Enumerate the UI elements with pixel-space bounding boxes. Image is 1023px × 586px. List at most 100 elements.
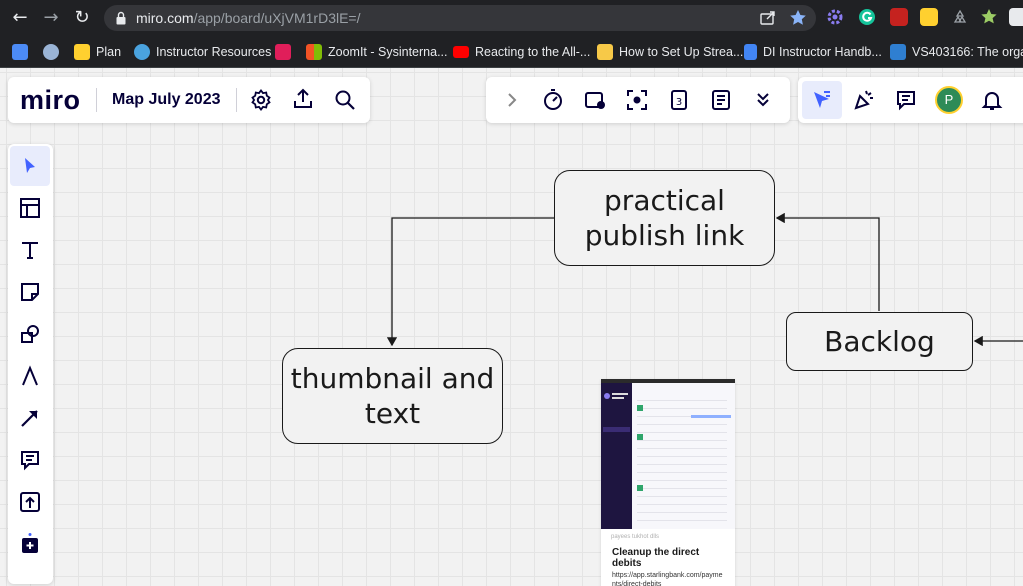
- bookmark-label: Instructor Resources: [156, 45, 272, 59]
- bookmarks-bar: Plan Instructor Resources ZoomIt - Sysin…: [0, 36, 1023, 68]
- calendar-3-icon[interactable]: 3: [667, 88, 691, 112]
- bookmark-item-7[interactable]: How to Set Up Strea...: [597, 43, 743, 61]
- browser-toolbar: ← → ↻ miro.com/app/board/uXjVM1rD3lE=/: [0, 0, 1023, 36]
- url-host: miro.com: [136, 10, 194, 26]
- share-page-icon[interactable]: [758, 8, 778, 28]
- node-text: Backlog: [824, 325, 935, 358]
- board-title[interactable]: Map July 2023: [112, 91, 221, 109]
- bookmark-label: ZoomIt - Sysinterna...: [328, 45, 448, 59]
- back-icon[interactable]: ←: [9, 7, 31, 29]
- bookmark-item-1[interactable]: [43, 43, 65, 61]
- youtube-icon: [453, 46, 469, 58]
- sticky-note-tool[interactable]: [10, 272, 50, 312]
- bookmark-item-5[interactable]: ZoomIt - Sysinterna...: [306, 43, 447, 61]
- office-extension-icon[interactable]: [890, 8, 908, 26]
- timer-icon[interactable]: [541, 88, 565, 112]
- bookmark-label: How to Set Up Strea...: [619, 45, 744, 59]
- arrow-tool[interactable]: [10, 398, 50, 438]
- screen-share-icon[interactable]: [583, 88, 607, 112]
- docs-icon: [744, 44, 757, 60]
- celebrate-icon[interactable]: [852, 88, 876, 112]
- chevron-right-icon[interactable]: [500, 88, 524, 112]
- more-apps-tool[interactable]: [10, 524, 50, 564]
- divider: [96, 88, 97, 112]
- divider: [236, 88, 237, 112]
- wordpress-icon: [43, 44, 59, 60]
- bookmark-star-icon[interactable]: [788, 8, 808, 28]
- node-backlog[interactable]: Backlog: [786, 312, 973, 371]
- recycle-icon[interactable]: [951, 8, 969, 26]
- bell-icon[interactable]: [980, 88, 1004, 112]
- miro-extension-icon[interactable]: [920, 8, 938, 26]
- miro-icon: [74, 44, 90, 60]
- text-icon: [22, 242, 38, 259]
- upload-share-icon[interactable]: [291, 87, 315, 111]
- forward-icon[interactable]: →: [40, 7, 62, 29]
- thumbnail-sidebar: [601, 383, 632, 529]
- star-extension-icon[interactable]: [980, 8, 998, 26]
- slack-icon: [275, 44, 291, 60]
- notes-icon[interactable]: [709, 88, 733, 112]
- lock-icon: [116, 11, 126, 25]
- bookmark-label: Plan: [96, 45, 122, 59]
- grammarly-icon[interactable]: [858, 8, 876, 26]
- card-thumbnail: [601, 379, 735, 529]
- bookmark-item-6[interactable]: Reacting to the All-...: [453, 43, 590, 61]
- profile-extension-icon[interactable]: [1009, 8, 1023, 26]
- address-bar[interactable]: miro.com/app/board/uXjVM1rD3lE=/: [104, 5, 816, 31]
- url-text: miro.com/app/board/uXjVM1rD3lE=/: [136, 10, 361, 26]
- bookmark-item-4[interactable]: [275, 43, 297, 61]
- bookmark-label: Reacting to the All-...: [475, 45, 591, 59]
- search-icon[interactable]: [333, 88, 357, 112]
- comment-tool[interactable]: [10, 440, 50, 480]
- sticky-note-icon: [21, 283, 39, 301]
- connector-practical-to-thumbnail[interactable]: [386, 217, 554, 347]
- card-url[interactable]: https://app.starlingbank.com/payments/di…: [612, 572, 726, 586]
- link-preview-card[interactable]: payees tukhot dlls Cleanup the direct de…: [601, 379, 735, 586]
- arrow-icon: [21, 410, 38, 427]
- microsoft-icon: [306, 44, 322, 60]
- double-chevron-down-icon[interactable]: [751, 88, 775, 112]
- bookmark-item-0[interactable]: [12, 43, 34, 61]
- text-tool[interactable]: [10, 230, 50, 270]
- shapes-tool[interactable]: [10, 314, 50, 354]
- pen-tool[interactable]: [10, 356, 50, 396]
- connector-backlog-to-practical[interactable]: [775, 212, 880, 311]
- select-tool[interactable]: [10, 146, 50, 186]
- card-meta: payees tukhot dlls: [611, 534, 660, 540]
- comment-icon[interactable]: [894, 88, 918, 112]
- upload-tool[interactable]: [10, 482, 50, 522]
- node-practical-publish-link[interactable]: practical publish link: [554, 170, 775, 266]
- cursor-follow-button[interactable]: [802, 81, 842, 119]
- stream-icon: [597, 44, 613, 60]
- bookmark-item-3[interactable]: Instructor Resources: [134, 43, 271, 61]
- collaboration-panel: P: [798, 77, 1023, 123]
- node-thumbnail-and-text[interactable]: thumbnail and text: [282, 348, 503, 444]
- shapes-icon: [21, 325, 39, 343]
- extension-gear-icon[interactable]: [826, 8, 844, 26]
- miro-logo[interactable]: miro: [20, 85, 81, 116]
- bookmark-label: VS403166: The orga...: [912, 45, 1023, 59]
- svg-text:3: 3: [676, 97, 682, 108]
- node-text: practical publish link: [584, 184, 745, 252]
- bookmark-item-9[interactable]: VS403166: The orga...: [890, 43, 1023, 61]
- upload-icon: [20, 492, 40, 512]
- board-tools-panel: 3: [486, 77, 790, 123]
- bookmark-item-2[interactable]: Plan: [74, 43, 121, 61]
- node-text: thumbnail and text: [290, 362, 495, 430]
- avatar[interactable]: P: [935, 86, 963, 114]
- board-canvas[interactable]: practical publish link thumbnail and tex…: [0, 68, 1023, 586]
- url-path: /app/board/uXjVM1rD3lE=/: [193, 10, 361, 26]
- settings-icon[interactable]: [249, 88, 273, 112]
- template-tool[interactable]: [10, 188, 50, 228]
- cursor-follow-icon: [814, 91, 830, 108]
- reload-icon[interactable]: ↻: [71, 7, 93, 29]
- azure-icon: [890, 44, 906, 60]
- comment-icon: [21, 451, 39, 471]
- select-icon: [25, 158, 35, 173]
- bookmark-item-8[interactable]: DI Instructor Handb...: [744, 43, 882, 61]
- bookmark-label: DI Instructor Handb...: [763, 45, 882, 59]
- more-apps-icon: [22, 533, 38, 553]
- focus-icon[interactable]: [625, 88, 649, 112]
- pen-icon: [22, 365, 38, 386]
